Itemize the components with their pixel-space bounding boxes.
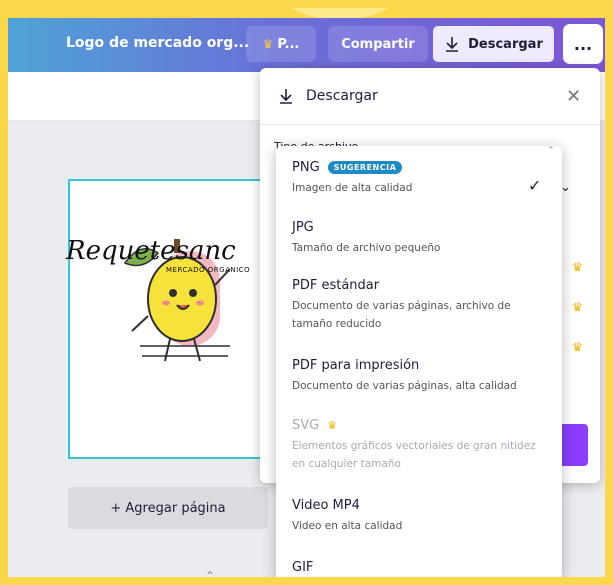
more-options-button[interactable]: ... (565, 26, 601, 62)
lemon-illustration (123, 239, 231, 362)
close-icon[interactable]: ✕ (566, 86, 581, 107)
crown-icon: ♛ (572, 260, 583, 274)
download-label: Descargar (468, 36, 543, 52)
option-title: GIF (292, 560, 314, 575)
option-description: Documento de varias páginas, archivo de … (292, 300, 511, 330)
option-title: PDF estándar (292, 278, 380, 293)
download-icon (280, 89, 292, 104)
crown-icon: ♛ (572, 340, 583, 354)
option-description: Documento de varias páginas, alta calida… (292, 380, 517, 392)
download-button[interactable]: Descargar (433, 26, 554, 62)
add-page-button[interactable]: + Agregar página (68, 487, 268, 529)
divider (260, 124, 600, 125)
file-option-mp4[interactable]: Video MP4 Video en alta calidad (292, 498, 552, 535)
option-description: Imagen de alta calidad (292, 182, 413, 194)
file-option-pdf-print[interactable]: PDF para impresión Documento de varias p… (292, 358, 552, 395)
premium-button[interactable]: ♛ P... (246, 26, 316, 62)
premium-label: P... (277, 36, 300, 52)
logo-subtitle: MERCADO ORGANICO (166, 266, 251, 274)
file-type-dropdown: ⌃ PNG SUGERENCIA Imagen de alta calidad … (276, 146, 562, 580)
download-panel-header: Descargar (278, 88, 378, 104)
suggestion-badge: SUGERENCIA (327, 161, 403, 174)
share-button[interactable]: Compartir (328, 26, 428, 62)
download-icon (446, 37, 459, 52)
top-bar: Logo de mercado org... ♛ P... Compartir … (8, 18, 605, 72)
file-option-svg[interactable]: SVG ♛ Elementos gráficos vectoriales de … (292, 418, 552, 473)
design-page[interactable] (68, 179, 268, 459)
option-description: Tamaño de archivo pequeño (292, 242, 441, 254)
download-submit-button[interactable] (560, 424, 588, 466)
download-panel-title: Descargar (306, 88, 378, 104)
crown-icon: ♛ (572, 300, 583, 314)
document-title[interactable]: Logo de mercado org... (66, 35, 249, 51)
option-title: Video MP4 (292, 498, 360, 513)
scroll-up-icon[interactable]: ⌃ (547, 146, 555, 156)
logo-wordmark: Requetesanc (66, 236, 236, 266)
crown-icon: ♛ (327, 419, 338, 432)
option-description: Elementos gráficos vectoriales de gran n… (292, 440, 536, 470)
option-description: Video en alta calidad (292, 520, 403, 532)
file-option-gif[interactable]: GIF (292, 560, 552, 575)
check-icon: ✓ (528, 176, 542, 195)
chevron-up-icon[interactable]: ⌃ (205, 569, 215, 583)
option-title: JPG (292, 220, 314, 235)
file-option-png[interactable]: PNG SUGERENCIA Imagen de alta calidad ✓ (292, 160, 552, 197)
option-title: PNG (292, 160, 320, 175)
option-title: PDF para impresión (292, 358, 420, 373)
option-title: SVG (292, 418, 320, 433)
file-option-jpg[interactable]: JPG Tamaño de archivo pequeño (292, 220, 552, 257)
file-option-pdf-standard[interactable]: PDF estándar Documento de varias páginas… (292, 278, 552, 333)
crown-icon: ♛ (262, 37, 274, 51)
